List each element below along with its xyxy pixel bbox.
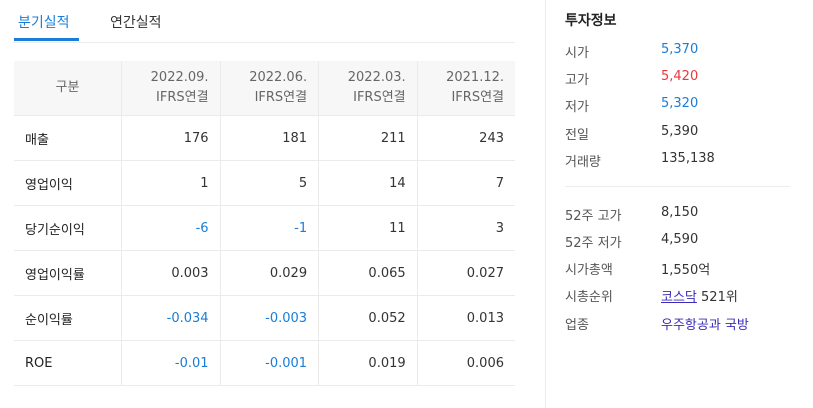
table-cell: -6 bbox=[121, 205, 221, 251]
table-row: ROE -0.01 -0.001 0.019 0.006 bbox=[14, 340, 515, 386]
info-label: 고가 bbox=[565, 73, 589, 88]
tab-annual[interactable]: 연간실적 bbox=[110, 12, 162, 32]
info-value: 4,590 bbox=[661, 232, 699, 247]
table-row: 영업이익 1 5 14 7 bbox=[14, 160, 515, 206]
table-header-row: 구분 2022.09. IFRS연결 2022.06. IFRS연결 2022.03… bbox=[14, 61, 515, 116]
table-row: 영업이익률 0.003 0.029 0.065 0.027 bbox=[14, 250, 515, 296]
row-label: 순이익률 bbox=[14, 295, 122, 341]
table-cell: 243 bbox=[416, 115, 515, 161]
table-cell: 1 bbox=[121, 160, 221, 206]
table-cell: 14 bbox=[318, 160, 418, 206]
table-cell: -0.001 bbox=[219, 340, 319, 386]
info-divider bbox=[565, 186, 790, 187]
table-cell: 0.027 bbox=[416, 250, 515, 296]
row-label: ROE bbox=[14, 340, 122, 386]
investment-info-title: 투자정보 bbox=[565, 13, 617, 29]
column-period: 2022.09. bbox=[150, 70, 209, 85]
info-value: 5,370 bbox=[661, 42, 699, 57]
table-cell: 7 bbox=[416, 160, 515, 206]
table-cell: -1 bbox=[219, 205, 319, 251]
column-period: 2022.06. bbox=[249, 70, 308, 85]
info-label: 업종 bbox=[565, 318, 589, 333]
row-label: 매출 bbox=[14, 115, 122, 161]
info-label: 시총순위 bbox=[565, 290, 613, 305]
table-cell: -0.003 bbox=[219, 295, 319, 341]
info-label: 시가 bbox=[565, 46, 589, 61]
info-label: 52주 고가 bbox=[565, 209, 622, 224]
table-row: 매출 176 181 211 243 bbox=[14, 115, 515, 161]
table-row: 순이익률 -0.034 -0.003 0.052 0.013 bbox=[14, 295, 515, 341]
market-link[interactable]: 코스닥 bbox=[661, 290, 697, 305]
rank-value: 521위 bbox=[701, 290, 738, 305]
table-cell: 0.013 bbox=[416, 295, 515, 341]
row-label: 당기순이익 bbox=[14, 205, 122, 251]
panel-divider bbox=[545, 0, 546, 408]
info-value: 135,138 bbox=[661, 151, 715, 166]
table-cell: 0.052 bbox=[318, 295, 418, 341]
column-header: 2022.06. IFRS연결 bbox=[219, 61, 319, 116]
info-value: 1,550억 bbox=[661, 263, 711, 278]
column-period: 2022.03. bbox=[347, 70, 406, 85]
column-basis: IFRS연결 bbox=[254, 90, 308, 105]
table-cell: 3 bbox=[416, 205, 515, 251]
active-tab-indicator bbox=[14, 38, 79, 41]
table-cell: 0.065 bbox=[318, 250, 418, 296]
column-basis: IFRS연결 bbox=[353, 90, 406, 105]
info-label: 전일 bbox=[565, 128, 589, 143]
table-cell: 176 bbox=[121, 115, 221, 161]
table-cell: 0.019 bbox=[318, 340, 418, 386]
row-label: 영업이익 bbox=[14, 160, 122, 206]
info-value: 8,150 bbox=[661, 205, 699, 220]
info-value: 5,320 bbox=[661, 96, 699, 111]
table-cell: 211 bbox=[318, 115, 418, 161]
info-label: 52주 저가 bbox=[565, 236, 622, 251]
column-header-label: 구분 bbox=[55, 80, 80, 95]
row-label: 영업이익률 bbox=[14, 250, 122, 296]
column-basis: IFRS연결 bbox=[451, 90, 504, 105]
sector-link[interactable]: 우주항공과 국방 bbox=[661, 314, 749, 333]
financial-table: 구분 2022.09. IFRS연결 2022.06. IFRS연결 2022.03… bbox=[14, 61, 515, 386]
info-label: 시가총액 bbox=[565, 263, 613, 278]
info-value: 5,390 bbox=[661, 124, 699, 139]
info-value: 코스닥 521위 bbox=[661, 286, 738, 305]
info-value: 5,420 bbox=[661, 69, 699, 84]
period-tabs: 분기실적 연간실적 bbox=[14, 0, 515, 43]
column-header: 2022.09. IFRS연결 bbox=[121, 61, 221, 116]
tab-quarterly[interactable]: 분기실적 bbox=[18, 12, 70, 32]
info-label: 저가 bbox=[565, 100, 589, 115]
column-header: 2022.03. IFRS연결 bbox=[318, 61, 418, 116]
table-cell: -0.034 bbox=[121, 295, 221, 341]
column-period: 2021.12. bbox=[446, 70, 504, 85]
table-cell: 11 bbox=[318, 205, 418, 251]
table-row: 당기순이익 -6 -1 11 3 bbox=[14, 205, 515, 251]
column-basis: IFRS연결 bbox=[156, 90, 209, 105]
table-cell: 0.003 bbox=[121, 250, 221, 296]
table-cell: -0.01 bbox=[121, 340, 221, 386]
table-cell: 5 bbox=[219, 160, 319, 206]
table-cell: 0.029 bbox=[219, 250, 319, 296]
info-label: 거래량 bbox=[565, 155, 601, 170]
table-cell: 181 bbox=[219, 115, 319, 161]
column-header: 2021.12. IFRS연결 bbox=[416, 61, 515, 116]
financial-panel: 분기실적 연간실적 구분 2022.09. IFRS연결 2022.06. IFRS… bbox=[0, 0, 545, 408]
table-cell: 0.006 bbox=[416, 340, 515, 386]
